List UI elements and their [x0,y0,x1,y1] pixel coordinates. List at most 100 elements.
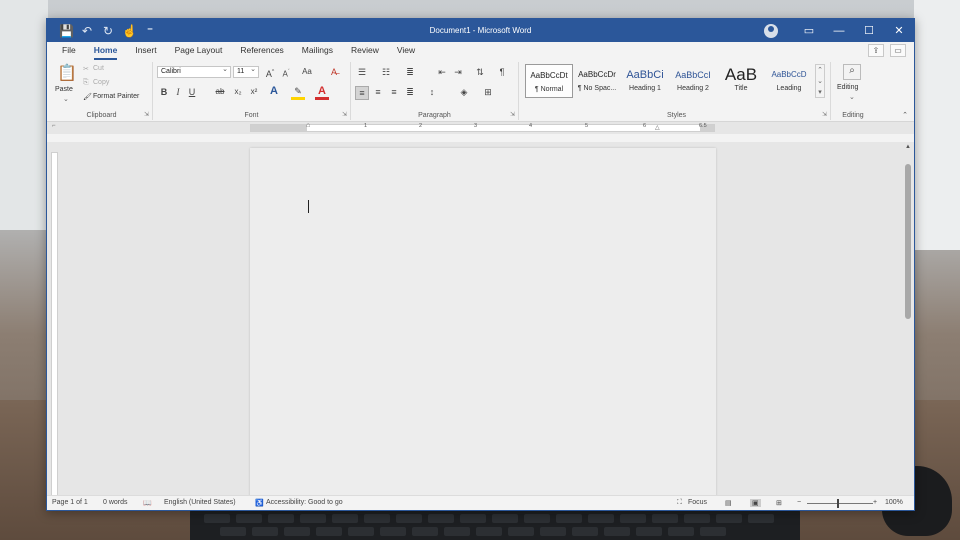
tab-home[interactable]: Home [85,42,127,60]
bold-button[interactable]: B [157,86,171,98]
cut-icon[interactable]: ✂ [83,65,89,73]
tab-insert[interactable]: Insert [126,42,165,60]
zoom-slider-thumb[interactable] [837,499,839,508]
style-heading-1[interactable]: AaBbCi Heading 1 [621,64,669,98]
highlight-icon[interactable]: ✎ [291,85,305,100]
font-color-button[interactable]: A [315,85,329,100]
bullets-icon[interactable]: ☰ [355,66,369,78]
zoom-slider[interactable] [807,503,873,504]
show-formatting-marks-icon[interactable]: ¶ [495,66,509,78]
copy-button[interactable]: Copy [93,79,109,86]
focus-button[interactable]: Focus [688,499,707,506]
superscript-button[interactable]: x² [247,86,261,98]
customize-qat-icon[interactable]: ⁼ [143,25,157,37]
justify-icon[interactable]: ≣ [403,86,417,98]
language-status[interactable]: English (United States) [164,499,236,506]
web-layout-icon[interactable]: ⊞ [776,499,782,507]
editing-button[interactable]: Editing [837,84,858,91]
save-icon[interactable]: 💾 [59,25,74,37]
right-indent-marker-icon[interactable]: △ [655,124,660,131]
strikethrough-button[interactable]: ab [213,86,227,98]
indent-marker-icon[interactable]: ⌂ [306,122,310,129]
sort-icon[interactable]: ⇅ [473,66,487,78]
clipboard-label: Clipboard [86,112,117,119]
cut-button[interactable]: Cut [93,65,104,72]
underline-button[interactable]: U [185,86,199,98]
vertical-ruler[interactable] [51,152,58,497]
change-case-icon[interactable]: Aa [297,66,317,78]
tab-selector-icon[interactable]: ⌐ [52,123,56,129]
paste-icon[interactable]: 📋 [57,64,77,84]
scroll-up-icon[interactable]: ▲ [904,144,912,150]
styles-launcher-icon[interactable]: ⇲ [822,111,827,118]
collapse-ribbon-icon[interactable]: ⌃ [902,111,908,119]
grow-font-icon[interactable]: A^ [263,66,277,80]
page-count[interactable]: Page 1 of 1 [52,499,88,506]
tab-view[interactable]: View [388,42,424,60]
subscript-button[interactable]: x₂ [231,86,245,98]
redo-icon[interactable]: ↻ [101,25,115,37]
paste-dropdown-icon[interactable]: ⌄ [63,95,69,103]
style-heading-2[interactable]: AaBbCcI Heading 2 [669,64,717,98]
font-size-select[interactable]: 11 [233,65,259,78]
decrease-indent-icon[interactable]: ⇤ [435,66,449,78]
share-icon[interactable]: ⇪ [868,44,884,57]
shading-icon[interactable]: ◈ [457,86,471,98]
proofing-icon[interactable]: 📖 [143,499,152,507]
align-left-icon[interactable]: ≡ [355,86,369,100]
tab-references[interactable]: References [231,42,292,60]
clear-formatting-icon[interactable]: A̶ [327,66,341,78]
word-count[interactable]: 0 words [103,499,128,506]
document-page[interactable] [250,148,716,497]
tab-file[interactable]: File [53,42,85,60]
zoom-out-icon[interactable]: − [797,499,801,506]
style-normal[interactable]: AaBbCcDt ¶ Normal [525,64,573,98]
print-layout-icon[interactable]: ▣ [750,499,761,507]
copy-icon[interactable]: ⎘ [83,79,89,87]
zoom-level[interactable]: 100% [885,499,903,506]
zoom-in-icon[interactable]: + [873,499,877,506]
focus-icon[interactable]: ⛶ [677,499,682,507]
increase-indent-icon[interactable]: ⇥ [451,66,465,78]
format-painter-icon[interactable]: 🖌 [83,93,92,101]
align-center-icon[interactable]: ≡ [371,86,385,98]
horizontal-ruler[interactable]: 1 2 3 4 5 6 6.5 ⌂ △ [250,122,715,132]
minimize-button[interactable]: — [824,19,854,42]
accessibility-icon[interactable]: ♿ [255,499,264,507]
tab-page-layout[interactable]: Page Layout [166,42,232,60]
numbering-icon[interactable]: ☷ [379,66,393,78]
format-painter-button[interactable]: Format Painter [93,93,139,100]
vertical-scrollbar[interactable]: ▲ [904,144,912,494]
style-leading[interactable]: AaBbCcD Leading [765,64,813,98]
account-avatar[interactable] [764,23,778,38]
tab-mailings[interactable]: Mailings [293,42,342,60]
editing-dropdown-icon[interactable]: ⌄ [849,93,855,101]
style-title[interactable]: AaB Title [717,64,765,98]
multilevel-list-icon[interactable]: ≣ [403,66,417,78]
search-icon[interactable]: ⌕ [843,64,861,80]
read-mode-icon[interactable]: ▤ [725,499,732,507]
ribbon-display-options-button[interactable]: ▭ [794,19,824,42]
maximize-button[interactable]: ☐ [854,19,884,42]
style-no-spacing[interactable]: AaBbCcDr ¶ No Spac... [573,64,621,98]
paragraph-label: Paragraph [418,112,451,119]
comments-icon[interactable]: ▭ [890,44,906,57]
borders-icon[interactable]: ⊞ [481,86,495,98]
paste-button[interactable]: Paste [55,86,73,93]
line-spacing-icon[interactable]: ↕ [425,86,439,98]
accessibility-status[interactable]: Accessibility: Good to go [266,499,343,506]
shrink-font-icon[interactable]: Aˇ [279,66,293,81]
touch-mode-icon[interactable]: ☝ [122,25,137,37]
align-right-icon[interactable]: ≡ [387,86,401,98]
styles-gallery-scroll[interactable]: ⌃ ⌄ ▾ [815,64,825,98]
scrollbar-thumb[interactable] [905,164,911,319]
text-effects-button[interactable]: A [267,85,281,97]
italic-button[interactable]: I [171,86,185,98]
tab-review[interactable]: Review [342,42,388,60]
clipboard-launcher-icon[interactable]: ⇲ [144,111,149,118]
font-name-select[interactable]: Calibri [157,65,231,78]
paragraph-launcher-icon[interactable]: ⇲ [510,111,515,118]
undo-icon[interactable]: ↶ [80,25,94,37]
close-button[interactable]: ✕ [884,19,914,42]
font-launcher-icon[interactable]: ⇲ [342,111,347,118]
